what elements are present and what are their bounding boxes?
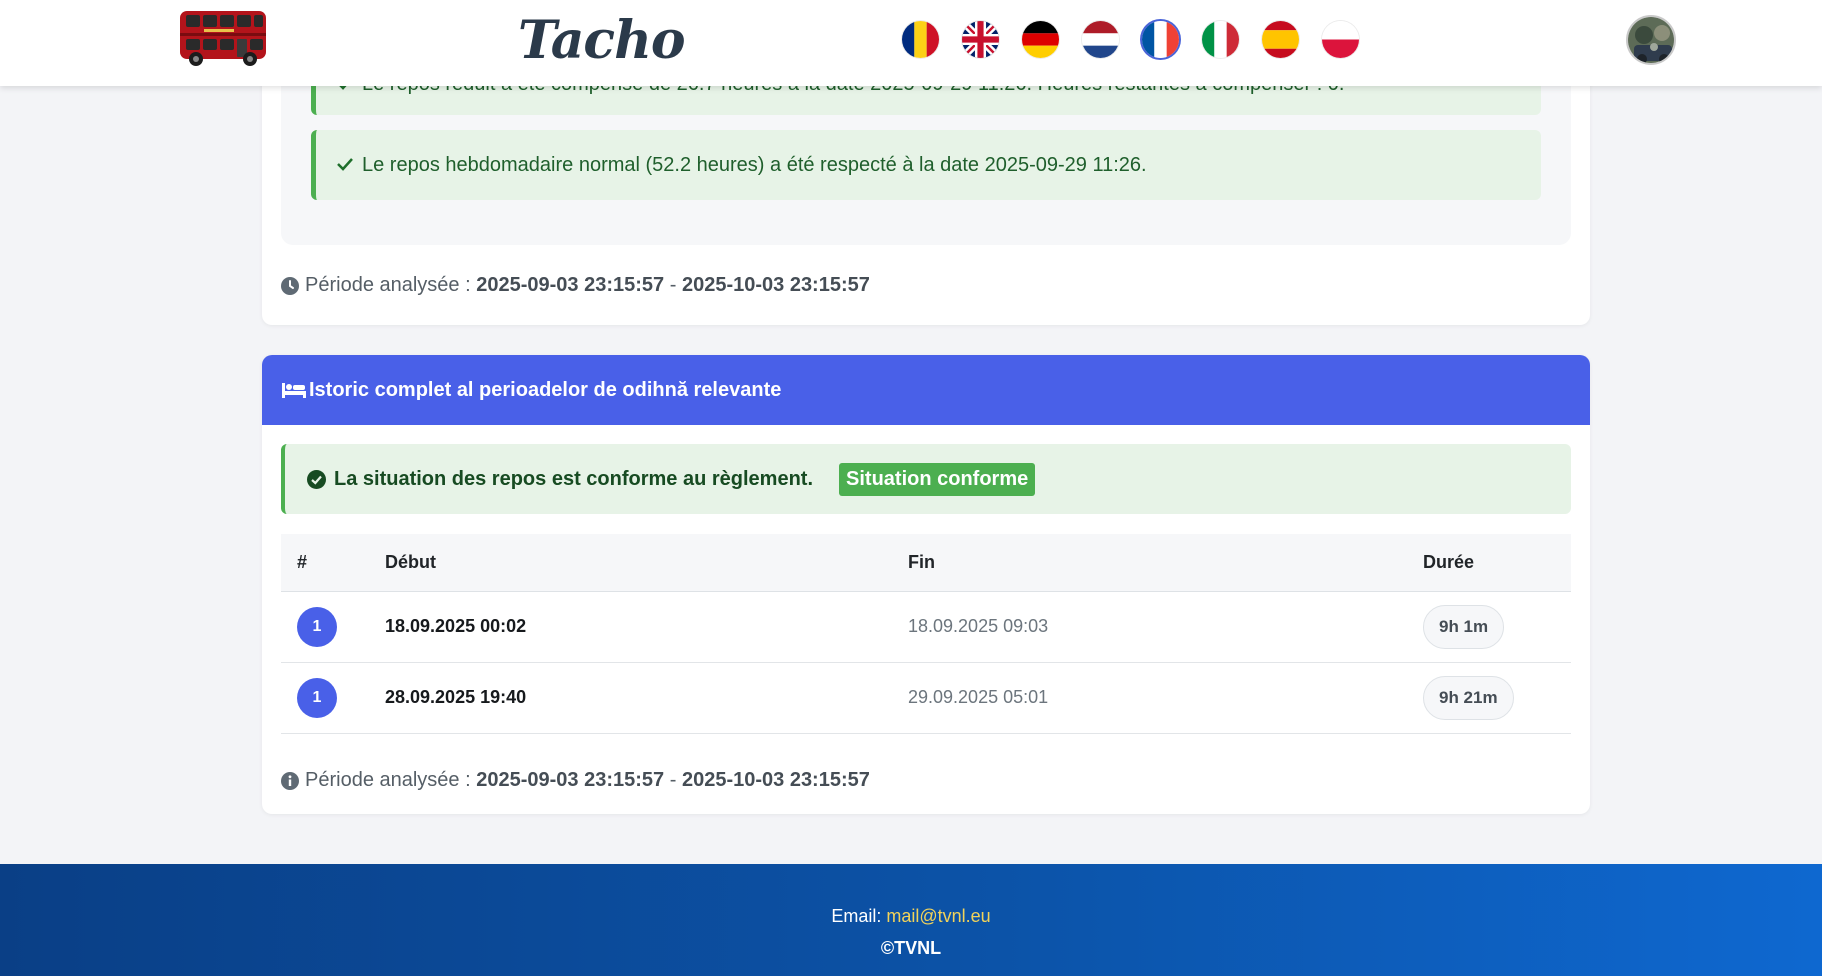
- row-duration-cell: 9h 21m: [1423, 662, 1571, 734]
- conformity-text: La situation des repos est conforme au r…: [334, 467, 814, 490]
- normal-rest-text: Le repos hebdomadaire normal (52.2 heure…: [362, 153, 1147, 176]
- check-icon: [336, 154, 354, 177]
- rest-history-header: Istoric complet al perioadelor de odihnă…: [262, 355, 1590, 425]
- row-index-cell: 1: [281, 591, 385, 663]
- flag-en-icon[interactable]: [962, 21, 999, 58]
- period-separator: -: [669, 769, 677, 791]
- top-navbar: Tacho: [0, 0, 1822, 86]
- period-separator: -: [669, 274, 677, 296]
- row-index-cell: 1: [281, 662, 385, 734]
- brand-title[interactable]: Tacho: [518, 10, 686, 71]
- page-footer: Email: mail@tvnl.eu ©TVNL: [0, 864, 1822, 976]
- info-circle-icon: [281, 771, 299, 790]
- language-selector: [902, 21, 1359, 58]
- bus-logo-icon[interactable]: [176, 7, 272, 69]
- flag-es-icon[interactable]: [1262, 21, 1299, 58]
- flag-pl-icon[interactable]: [1322, 21, 1359, 58]
- row-end: 18.09.2025 09:03: [908, 591, 1423, 663]
- rest-history-title: Istoric complet al perioadelor de odihnă…: [309, 378, 782, 401]
- rest-history-card: Istoric complet al perioadelor de odihnă…: [262, 355, 1590, 814]
- flag-fr-icon[interactable]: [1142, 21, 1179, 58]
- clock-icon: [281, 276, 299, 295]
- analysed-period: Période analysée : 2025-09-03 23:15:57 -…: [281, 274, 870, 297]
- table-header-row: # Début Fin Durée: [281, 534, 1571, 592]
- header-index: #: [281, 534, 385, 592]
- duration-pill: 9h 1m: [1423, 604, 1505, 649]
- flag-ro-icon[interactable]: [902, 21, 939, 58]
- duration-pill: 9h 21m: [1423, 675, 1514, 720]
- flag-de-icon[interactable]: [1022, 21, 1059, 58]
- period-end: 2025-10-03 23:15:57: [681, 274, 870, 296]
- table-row: 1 18.09.2025 00:02 18.09.2025 09:03 9h 1…: [281, 591, 1571, 663]
- period-label: Période analysée :: [305, 769, 471, 791]
- header-duration: Durée: [1423, 534, 1571, 592]
- table-row: 1 28.09.2025 19:40 29.09.2025 05:01 9h 2…: [281, 662, 1571, 734]
- conformity-badge: Situation conforme: [839, 462, 1036, 496]
- footer-email-link[interactable]: mail@tvnl.eu: [886, 906, 990, 926]
- conformity-alert: La situation des repos est conforme au r…: [281, 444, 1571, 514]
- row-index-badge: 1: [297, 677, 337, 718]
- circle-check-icon: [307, 469, 326, 489]
- period-start: 2025-09-03 23:15:57: [476, 274, 665, 296]
- footer-copyright: ©TVNL: [880, 938, 942, 958]
- analysed-period: Période analysée : 2025-09-03 23:15:57 -…: [281, 769, 870, 792]
- user-avatar[interactable]: [1626, 15, 1676, 65]
- footer-email: Email: mail@tvnl.eu: [0, 906, 1822, 927]
- row-index-badge: 1: [297, 606, 337, 647]
- rest-periods-table: # Début Fin Durée 1 18.09.2025 00:02 18.…: [281, 534, 1571, 734]
- period-start: 2025-09-03 23:15:57: [476, 769, 665, 791]
- row-start: 18.09.2025 00:02: [385, 591, 908, 663]
- footer-email-label: Email:: [831, 906, 882, 926]
- row-end: 29.09.2025 05:01: [908, 662, 1423, 734]
- flag-it-icon[interactable]: [1202, 21, 1239, 58]
- header-start: Début: [385, 534, 908, 592]
- bed-icon: [281, 381, 307, 399]
- period-end: 2025-10-03 23:15:57: [681, 769, 870, 791]
- period-label: Période analysée :: [305, 274, 471, 296]
- row-duration-cell: 9h 1m: [1423, 591, 1571, 663]
- header-end: Fin: [908, 534, 1423, 592]
- flag-nl-icon[interactable]: [1082, 21, 1119, 58]
- row-start: 28.09.2025 19:40: [385, 662, 908, 734]
- normal-rest-alert: Le repos hebdomadaire normal (52.2 heure…: [311, 130, 1541, 200]
